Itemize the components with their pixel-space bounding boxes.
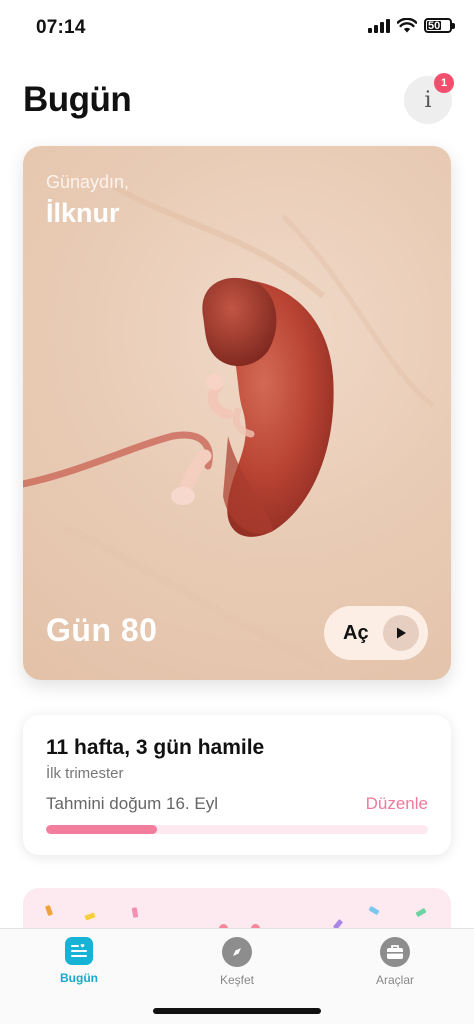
battery-icon: 50 [424, 18, 455, 33]
confetti-decoration [368, 905, 380, 916]
battery-level: 50 [428, 19, 441, 32]
pregnancy-progress-bar [46, 825, 428, 834]
wifi-icon [397, 18, 417, 33]
today-icon [65, 937, 93, 965]
compass-icon [222, 937, 252, 967]
status-icons: 50 [368, 18, 455, 33]
notification-badge: 1 [434, 73, 454, 93]
tab-explore-label: Keşfet [219, 973, 255, 987]
today-screen: 07:14 50 Bugün i 1 Günaydın, İlknur Gün … [0, 0, 474, 1024]
tab-tools[interactable]: Araçlar [345, 937, 445, 987]
info-icon: i [424, 87, 432, 113]
toolbox-icon [380, 937, 410, 967]
cellular-signal-icon [368, 18, 390, 33]
status-time: 07:14 [36, 17, 86, 38]
status-bar: 07:14 50 [0, 0, 474, 56]
pregnancy-day-label: Gün 80 [46, 612, 158, 648]
baby-development-card[interactable]: Günaydın, İlknur Gün 80 Aç [23, 146, 451, 680]
open-button[interactable]: Aç [324, 606, 428, 660]
confetti-decoration [131, 907, 139, 918]
tab-tools-label: Araçlar [375, 973, 414, 987]
open-button-label: Aç [343, 621, 369, 644]
pregnancy-progress-fill [46, 825, 157, 834]
pregnancy-progress-card: 11 hafta, 3 gün hamile İlk trimester Tah… [23, 715, 451, 855]
home-indicator [153, 1008, 321, 1014]
user-name: İlknur [46, 198, 120, 228]
play-icon [382, 615, 419, 651]
pregnancy-week-title: 11 hafta, 3 gün hamile [46, 736, 265, 759]
greeting-text: Günaydın, [46, 172, 130, 192]
due-date-label: Tahmini doğum 16. Eyl [46, 794, 218, 813]
tab-today-label: Bugün [60, 971, 98, 985]
trimester-label: İlk trimester [46, 765, 124, 782]
tab-explore[interactable]: Keşfet [187, 937, 287, 987]
page-title: Bugün [23, 80, 132, 119]
confetti-decoration [44, 904, 54, 917]
confetti-decoration [415, 907, 427, 918]
edit-due-date-link[interactable]: Düzenle [366, 794, 428, 814]
tab-today[interactable]: Bugün [29, 937, 129, 985]
confetti-decoration [84, 912, 96, 921]
